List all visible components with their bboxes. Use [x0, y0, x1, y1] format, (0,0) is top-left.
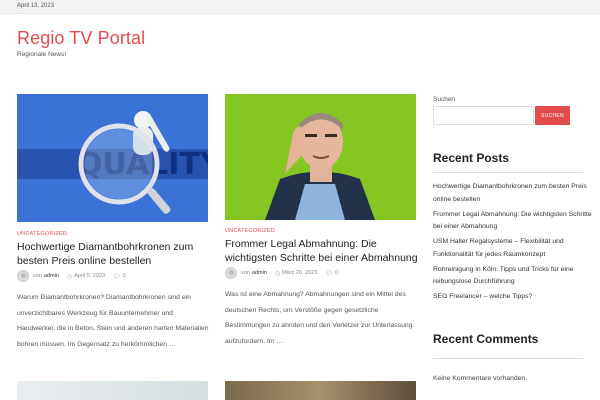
- by-label: von: [241, 270, 250, 276]
- no-comments-text: Keine Kommentare vorhanden.: [433, 375, 528, 382]
- top-bar: April 13, 2023: [0, 0, 600, 14]
- post-thumbnail[interactable]: [225, 381, 416, 400]
- divider: [433, 358, 583, 359]
- post-thumbnail[interactable]: [17, 381, 208, 400]
- quality-magnifier-image: QUALITY: [17, 94, 208, 222]
- recent-comments-heading: Recent Comments: [433, 332, 539, 346]
- recent-posts-list: Hochwertige Diamantbohrkronen zum besten…: [433, 181, 593, 306]
- post-author[interactable]: admin: [44, 273, 59, 279]
- recent-post-link[interactable]: SEO Freelancer – welche Tipps?: [433, 291, 593, 304]
- current-date: April 13, 2023: [17, 3, 55, 9]
- post-thumbnail[interactable]: [225, 94, 416, 220]
- site-title[interactable]: Regio TV Portal: [17, 28, 145, 49]
- post-meta: von admin ◷ April 5, 2023 💬︎ 0: [17, 270, 126, 282]
- post-category[interactable]: UNCATEGORIZED: [225, 228, 275, 234]
- clock-icon: ◷: [274, 270, 281, 277]
- site-tagline: Regionale News!: [17, 51, 67, 58]
- post-title[interactable]: Frommer Legal Abmahnung: Die wichtigsten…: [225, 237, 420, 265]
- comment-icon: 💬︎: [113, 273, 121, 280]
- search-button[interactable]: SUCHEN: [535, 106, 570, 125]
- post-author[interactable]: admin: [252, 270, 267, 276]
- post-date[interactable]: April 5, 2023: [74, 273, 105, 279]
- recent-post-link[interactable]: Frommer Legal Abmahnung: Die wichtigsten…: [433, 209, 593, 234]
- search-label: Suchen: [433, 96, 456, 103]
- comment-icon: 💬︎: [325, 270, 333, 277]
- search-input[interactable]: [433, 106, 534, 125]
- by-label: von: [33, 273, 42, 279]
- avatar: [17, 270, 29, 282]
- post-date[interactable]: März 20, 2023: [282, 270, 317, 276]
- post-excerpt: Warum Diamantbohrkronen? Diamantbohrkron…: [17, 294, 209, 348]
- post-category[interactable]: UNCATEGORIZED: [17, 231, 67, 237]
- post-comment-count[interactable]: 0: [123, 273, 126, 279]
- recent-post-link[interactable]: USM Haller Regalsysteme – Flexibilität u…: [433, 236, 593, 261]
- recent-post-link[interactable]: Rohreinigung in Köln: Tipps und Tricks f…: [433, 264, 593, 289]
- post-comment-count[interactable]: 0: [335, 270, 338, 276]
- post-thumbnail[interactable]: QUALITY: [17, 94, 208, 222]
- avatar: [225, 267, 237, 279]
- worried-man-image: [225, 94, 416, 220]
- recent-posts-heading: Recent Posts: [433, 151, 510, 165]
- post-title[interactable]: Hochwertige Diamantbohrkronen zum besten…: [17, 240, 207, 268]
- post-excerpt: Was ist eine Abmahnung? Abmahnungen sind…: [225, 291, 413, 345]
- recent-post-link[interactable]: Hochwertige Diamantbohrkronen zum besten…: [433, 181, 593, 206]
- divider: [433, 172, 583, 173]
- clock-icon: ◷: [66, 273, 73, 280]
- post-meta: von admin ◷ März 20, 2023 💬︎ 0: [225, 267, 338, 279]
